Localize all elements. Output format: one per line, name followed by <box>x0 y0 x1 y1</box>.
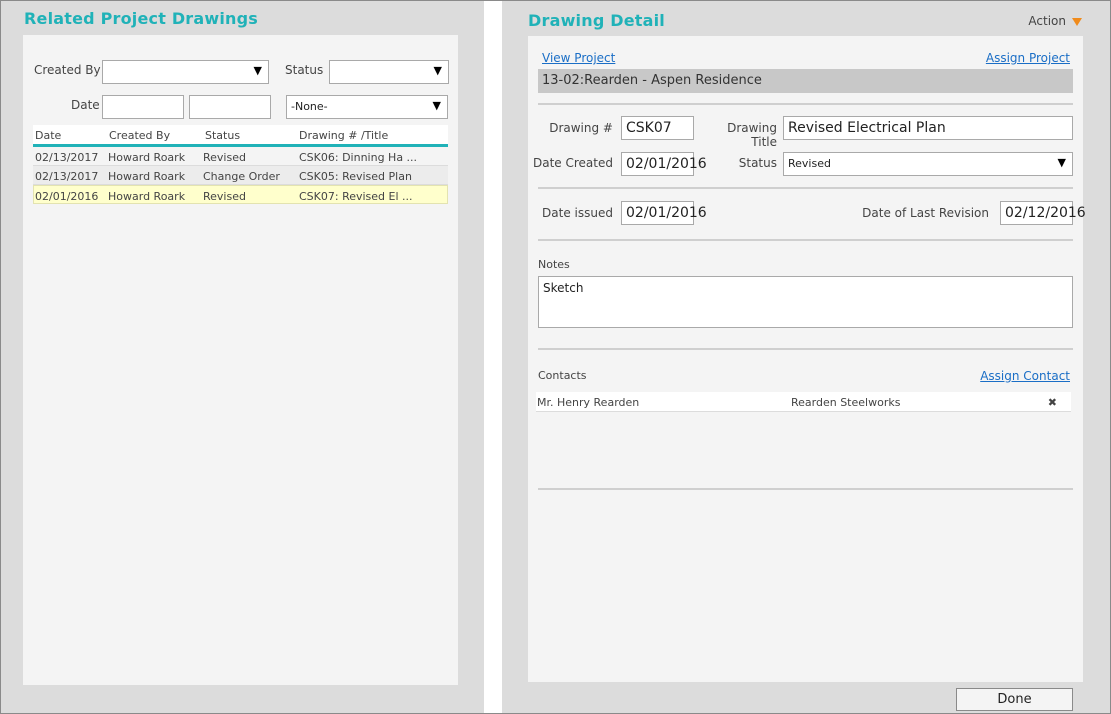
related-drawings-panel: Related Project Drawings Created By ▼ St… <box>1 1 484 713</box>
last-revision-input[interactable]: 02/12/2016 <box>1000 201 1086 225</box>
col-header-created-by[interactable]: Created By <box>109 129 170 142</box>
done-button[interactable]: Done <box>956 688 1073 711</box>
related-drawings-body: Created By ▼ Status ▼ Date -None- ▼ Date… <box>23 35 458 685</box>
table-header: Date Created By Status Drawing # /Title <box>33 125 448 147</box>
dropdown-arrow-icon: ▼ <box>432 99 441 112</box>
table-row-selected[interactable]: 02/01/2016 Howard Roark Revised CSK07: R… <box>33 185 448 204</box>
date-created-input[interactable]: 02/01/2016 <box>621 152 707 176</box>
contact-company: Rearden Steelworks <box>791 396 901 409</box>
divider <box>538 348 1073 350</box>
contacts-label: Contacts <box>538 369 587 382</box>
last-revision-label: Date of Last Revision <box>862 206 989 220</box>
col-header-drawing[interactable]: Drawing # /Title <box>299 129 388 142</box>
notes-label: Notes <box>538 258 570 271</box>
cell-drawing: CSK05: Revised Plan <box>299 170 412 183</box>
drawing-num-label: Drawing # <box>549 121 613 135</box>
cell-date: 02/01/2016 <box>35 190 99 203</box>
status-value: Revised <box>788 157 831 170</box>
triangle-down-icon <box>1072 17 1082 26</box>
date-range-value: -None- <box>291 100 328 113</box>
action-label: Action <box>1028 14 1066 28</box>
panel-title-related: Related Project Drawings <box>24 9 259 28</box>
date-created-label: Date Created <box>533 156 613 170</box>
status-select[interactable]: Revised ▼ <box>783 152 1073 176</box>
date-to-input[interactable] <box>189 95 271 119</box>
cell-date: 02/13/2017 <box>35 151 99 164</box>
table-row[interactable]: 02/13/2017 Howard Roark Change Order CSK… <box>33 166 448 185</box>
date-issued-input[interactable]: 02/01/2016 <box>621 201 707 225</box>
cell-status: Change Order <box>203 170 280 183</box>
cell-status: Revised <box>203 151 246 164</box>
panel-title-detail: Drawing Detail <box>528 11 665 30</box>
cell-created-by: Howard Roark <box>108 170 186 183</box>
date-range-select[interactable]: -None- ▼ <box>286 95 448 119</box>
drawing-num-input[interactable]: CSK07 <box>621 116 694 140</box>
cell-drawing: CSK07: Revised El ... <box>299 190 413 203</box>
project-name: 13-02:Rearden - Aspen Residence <box>538 69 1073 93</box>
cell-status: Revised <box>203 190 246 203</box>
dropdown-arrow-icon: ▼ <box>1057 156 1066 169</box>
cell-created-by: Howard Roark <box>108 190 186 203</box>
view-project-link[interactable]: View Project <box>542 51 615 65</box>
remove-x-icon[interactable]: ✖ <box>1048 396 1057 409</box>
action-menu[interactable]: Action <box>1028 14 1082 28</box>
created-by-label: Created By <box>34 63 101 77</box>
drawings-table: Date Created By Status Drawing # /Title … <box>33 125 448 204</box>
divider <box>538 103 1073 105</box>
col-header-date[interactable]: Date <box>35 129 61 142</box>
drawing-detail-body: View Project Assign Project 13-02:Rearde… <box>528 36 1086 682</box>
cell-drawing: CSK06: Dinning Ha ... <box>299 151 418 164</box>
dropdown-arrow-icon: ▼ <box>253 64 262 77</box>
drawing-detail-panel: Drawing Detail Action View Project Assig… <box>502 1 1110 713</box>
status-label: Status <box>738 156 777 170</box>
cell-date: 02/13/2017 <box>35 170 99 183</box>
created-by-select[interactable]: ▼ <box>102 60 269 84</box>
contact-row[interactable]: Mr. Henry Rearden Rearden Steelworks ✖ <box>536 392 1071 412</box>
cell-created-by: Howard Roark <box>108 151 186 164</box>
table-row[interactable]: 02/13/2017 Howard Roark Revised CSK06: D… <box>33 147 448 166</box>
drawing-title-input[interactable]: Revised Electrical Plan <box>783 116 1073 140</box>
col-header-status[interactable]: Status <box>205 129 240 142</box>
notes-textarea[interactable]: Sketch <box>538 276 1073 328</box>
divider <box>538 187 1073 189</box>
divider <box>538 239 1073 241</box>
date-filter-label: Date <box>71 98 100 112</box>
assign-project-link[interactable]: Assign Project <box>986 51 1070 65</box>
assign-contact-link[interactable]: Assign Contact <box>980 369 1070 383</box>
status-filter-label: Status <box>285 63 324 77</box>
contact-name: Mr. Henry Rearden <box>537 396 640 409</box>
date-from-input[interactable] <box>102 95 184 119</box>
drawing-title-label: Drawing Title <box>727 121 777 149</box>
status-filter-select[interactable]: ▼ <box>329 60 449 84</box>
date-issued-label: Date issued <box>542 206 613 220</box>
divider <box>538 488 1073 490</box>
dropdown-arrow-icon: ▼ <box>433 64 442 77</box>
